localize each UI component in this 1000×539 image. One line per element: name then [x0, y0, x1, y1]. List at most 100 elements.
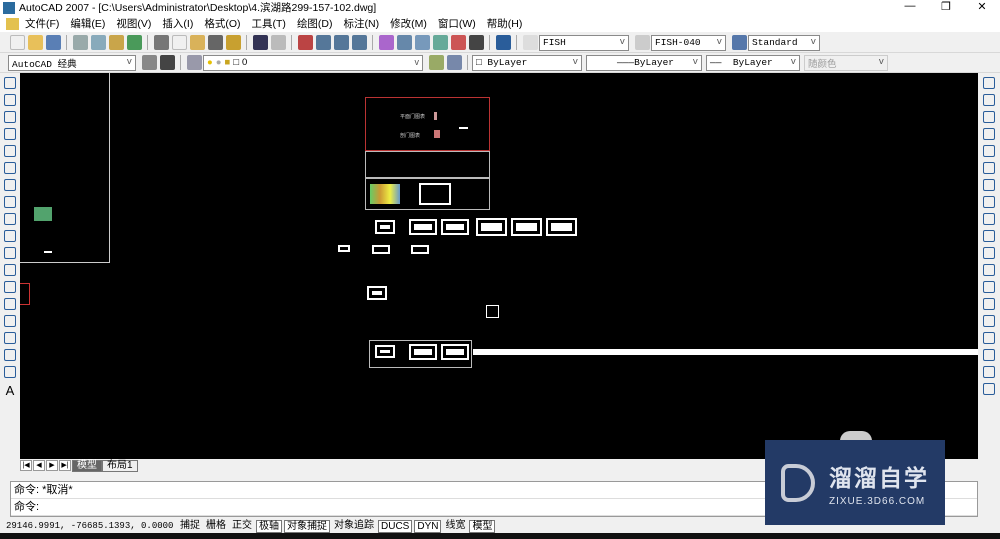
menu-dimension[interactable]: 标注(N) — [344, 16, 380, 31]
region-icon[interactable] — [4, 349, 16, 361]
status-toggle-9[interactable]: 模型 — [469, 519, 496, 533]
save-icon[interactable] — [45, 35, 61, 50]
line-icon[interactable] — [4, 77, 16, 89]
tab-model[interactable]: 模型 — [72, 459, 102, 472]
first-tab-button[interactable]: |◀ — [20, 460, 32, 471]
array-icon[interactable] — [983, 145, 995, 157]
mirror-icon[interactable] — [983, 111, 995, 123]
menu-format[interactable]: 格式(O) — [204, 16, 240, 31]
trim-icon[interactable] — [983, 230, 995, 242]
pan-icon[interactable] — [297, 35, 313, 50]
status-toggle-3[interactable]: 极轴 — [256, 519, 282, 533]
bring-front-icon[interactable] — [983, 366, 995, 378]
point-icon[interactable] — [4, 298, 16, 310]
make-current-layer-icon[interactable] — [428, 55, 444, 70]
workspace-settings-icon[interactable] — [141, 55, 157, 70]
menu-draw[interactable]: 绘图(D) — [297, 16, 333, 31]
block-editor-icon[interactable] — [225, 35, 241, 50]
offset-icon[interactable] — [983, 128, 995, 140]
publish-icon[interactable] — [108, 35, 124, 50]
layer-manager-icon[interactable] — [186, 55, 202, 70]
help-icon[interactable] — [495, 35, 511, 50]
status-toggle-7[interactable]: DYN — [414, 519, 442, 533]
minimize-button[interactable]: — — [892, 0, 928, 13]
gradient-icon[interactable] — [4, 332, 16, 344]
break-icon[interactable] — [983, 264, 995, 276]
design-center-icon[interactable] — [396, 35, 412, 50]
dim-style-icon[interactable] — [634, 35, 650, 50]
zoom-previous-icon[interactable] — [351, 35, 367, 50]
menu-view[interactable]: 视图(V) — [116, 16, 151, 31]
move-icon[interactable] — [983, 162, 995, 174]
fillet-icon[interactable] — [983, 315, 995, 327]
drawing-canvas[interactable]: 平面门图表 剖门图表 — [20, 73, 978, 459]
explode-icon[interactable] — [983, 332, 995, 344]
document-icon[interactable] — [6, 17, 19, 30]
print-icon[interactable] — [72, 35, 88, 50]
join-icon[interactable] — [983, 281, 995, 293]
text-style-icon[interactable] — [522, 35, 538, 50]
scale-icon[interactable] — [983, 196, 995, 208]
status-toggle-8[interactable]: 线宽 — [443, 520, 467, 533]
paste-icon[interactable] — [189, 35, 205, 50]
status-toggle-5[interactable]: 对象追踪 — [332, 520, 376, 533]
rotate-icon[interactable] — [983, 179, 995, 191]
erase-icon[interactable] — [983, 77, 995, 89]
hatch-icon[interactable] — [4, 315, 16, 327]
cut-icon[interactable] — [153, 35, 169, 50]
table-style-select[interactable]: Standard v — [748, 34, 820, 51]
menu-file[interactable]: 文件(F) — [25, 16, 59, 31]
zoom-realtime-icon[interactable] — [315, 35, 331, 50]
polygon-icon[interactable] — [4, 128, 16, 140]
insert-block-icon[interactable] — [4, 264, 16, 276]
close-button[interactable]: ✕ — [964, 0, 1000, 13]
status-toggle-4[interactable]: 对象捕捉 — [284, 519, 330, 533]
polyline-icon[interactable] — [4, 111, 16, 123]
undo-icon[interactable] — [252, 35, 268, 50]
dim-style-select[interactable]: FISH-040 v — [651, 34, 726, 51]
revision-cloud-icon[interactable] — [4, 196, 16, 208]
lineweight-select[interactable]: —— ByLayer v — [706, 54, 800, 71]
workspace-select[interactable]: AutoCAD 经典 v — [8, 54, 136, 71]
arc-icon[interactable] — [4, 162, 16, 174]
layer-previous-icon[interactable] — [446, 55, 462, 70]
ellipse-arc-icon[interactable] — [4, 247, 16, 259]
maximize-button[interactable]: ❐ — [928, 0, 964, 13]
next-tab-button[interactable]: ▶ — [46, 460, 58, 471]
make-block-icon[interactable] — [4, 281, 16, 293]
color-select[interactable]: □ ByLayer v — [472, 54, 582, 71]
rectangle-icon[interactable] — [4, 145, 16, 157]
chamfer-icon[interactable] — [983, 298, 995, 310]
preview-icon[interactable] — [90, 35, 106, 50]
zoom-window-icon[interactable] — [333, 35, 349, 50]
multiline-text-icon[interactable]: A — [0, 383, 20, 398]
prev-tab-button[interactable]: ◀ — [33, 460, 45, 471]
stretch-icon[interactable] — [983, 213, 995, 225]
properties-icon[interactable] — [378, 35, 394, 50]
sheet-set-icon[interactable] — [432, 35, 448, 50]
web-icon[interactable] — [126, 35, 142, 50]
table-icon[interactable] — [4, 366, 16, 378]
tab-layout1[interactable]: 布局1 — [102, 459, 138, 472]
ellipse-icon[interactable] — [4, 230, 16, 242]
extend-icon[interactable] — [983, 247, 995, 259]
menu-window[interactable]: 窗口(W) — [438, 16, 476, 31]
linetype-select[interactable]: ——— ByLayer v — [586, 54, 702, 71]
draw-order-icon[interactable] — [983, 349, 995, 361]
copy-icon[interactable] — [171, 35, 187, 50]
tool-palettes-icon[interactable] — [414, 35, 430, 50]
calculator-icon[interactable] — [468, 35, 484, 50]
status-toggle-2[interactable]: 正交 — [230, 520, 254, 533]
match-properties-icon[interactable] — [207, 35, 223, 50]
redo-icon[interactable] — [270, 35, 286, 50]
workspace-save-icon[interactable] — [159, 55, 175, 70]
construction-line-icon[interactable] — [4, 94, 16, 106]
status-toggle-1[interactable]: 栅格 — [204, 520, 228, 533]
status-toggle-0[interactable]: 捕捉 — [178, 520, 202, 533]
menu-modify[interactable]: 修改(M) — [390, 16, 427, 31]
spline-icon[interactable] — [4, 213, 16, 225]
markup-icon[interactable] — [450, 35, 466, 50]
menu-help[interactable]: 帮助(H) — [487, 16, 523, 31]
text-style-select[interactable]: FISH v — [539, 34, 629, 51]
send-back-icon[interactable] — [983, 383, 995, 395]
